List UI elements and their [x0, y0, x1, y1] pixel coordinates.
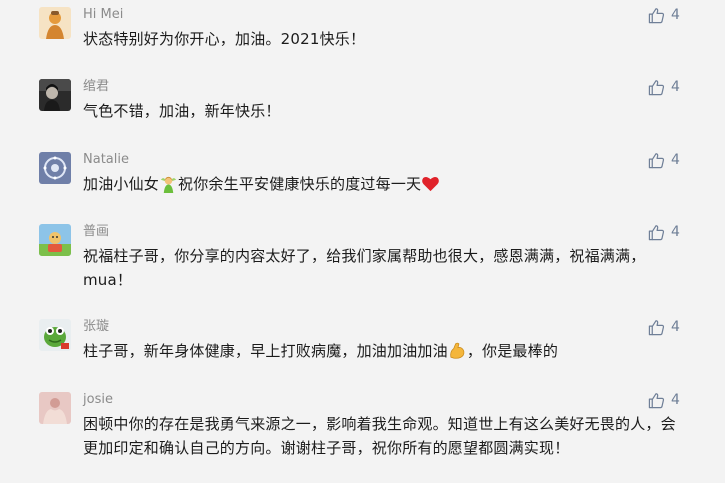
- avatar[interactable]: [39, 319, 71, 351]
- commenter-name[interactable]: 普画: [83, 224, 109, 240]
- comment-text: 加油小仙女 祝你余生平安健康快乐的度过每一天: [83, 172, 683, 196]
- like-count: 4: [671, 7, 680, 23]
- comment-text: 状态特别好为你开心，加油。2021快乐！: [83, 30, 366, 48]
- commenter-name[interactable]: josie: [83, 392, 113, 408]
- commenter-name[interactable]: 张璇: [83, 319, 109, 335]
- like-button[interactable]: 4: [648, 317, 680, 337]
- like-button[interactable]: 4: [648, 77, 680, 97]
- thumbs-up-icon: [648, 319, 665, 335]
- thumbs-up-icon: [648, 79, 665, 95]
- flexed-biceps-emoji: [450, 342, 465, 359]
- like-button[interactable]: 4: [648, 5, 680, 25]
- like-count: 4: [671, 224, 680, 240]
- like-count: 4: [671, 319, 680, 335]
- thumbs-up-icon: [648, 392, 665, 408]
- avatar[interactable]: [39, 7, 71, 39]
- commenter-name[interactable]: 绾君: [83, 79, 109, 95]
- avatar[interactable]: [39, 79, 71, 111]
- comment-text: 困顿中你的存在是我勇气来源之一，影响着我生命观。知道世上有这么美好无畏的人，会更…: [83, 415, 676, 457]
- avatar[interactable]: [39, 392, 71, 424]
- comment-text-part: 柱子哥，新年身体健康，早上打败病魔，加油加油加油: [83, 342, 448, 360]
- commenter-name[interactable]: Hi Mei: [83, 7, 123, 23]
- like-count: 4: [671, 79, 680, 95]
- thumbs-up-icon: [648, 7, 665, 23]
- comment-text-part: 加油小仙女: [83, 175, 160, 193]
- like-count: 4: [671, 152, 680, 168]
- like-button[interactable]: 4: [648, 150, 680, 170]
- comment-text-part: 祝你余生平安健康快乐的度过每一天: [178, 175, 422, 193]
- comment-text: 祝福柱子哥，你分享的内容太好了，给我们家属帮助也很大，感恩满满，祝福满满，mua…: [83, 247, 646, 289]
- comment-text-part: ，你是最棒的: [466, 342, 559, 360]
- thumbs-up-icon: [648, 224, 665, 240]
- avatar[interactable]: [39, 152, 71, 184]
- avatar[interactable]: [39, 224, 71, 256]
- like-count: 4: [671, 392, 680, 408]
- comment-text: 气色不错，加油，新年快乐！: [83, 102, 281, 120]
- commenter-name[interactable]: Natalie: [83, 152, 129, 168]
- comment-text: 柱子哥，新年身体健康，早上打败病魔，加油加油加油 ，你是最棒的: [83, 339, 683, 363]
- fairy-emoji: [160, 176, 177, 193]
- like-button[interactable]: 4: [648, 222, 680, 242]
- thumbs-up-icon: [648, 152, 665, 168]
- like-button[interactable]: 4: [648, 390, 680, 410]
- heart-emoji: [422, 176, 440, 192]
